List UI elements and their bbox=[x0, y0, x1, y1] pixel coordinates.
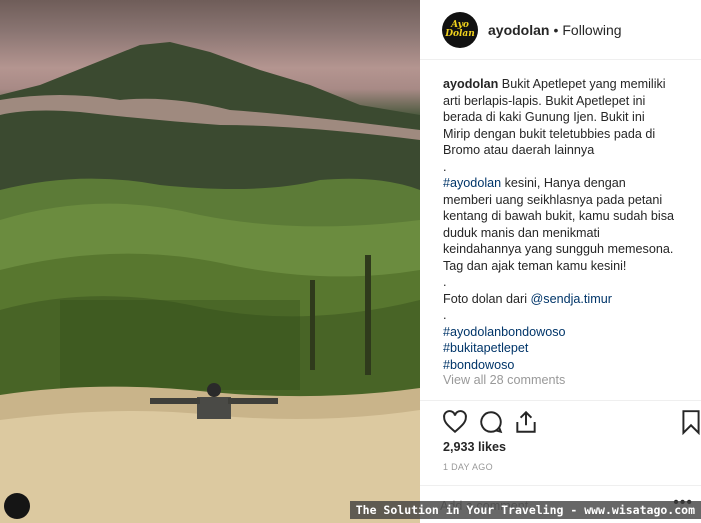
likes-count[interactable]: 2,933 likes bbox=[443, 440, 506, 454]
landscape-illustration bbox=[0, 42, 420, 523]
share-icon[interactable] bbox=[513, 409, 539, 435]
caption-line: keindahannya yang sungguh memesona. bbox=[443, 242, 674, 256]
caption-line: memberi uang seikhlasnya pada petani bbox=[443, 192, 663, 207]
hashtag-link[interactable]: #ayodolanbondowoso bbox=[443, 324, 695, 341]
caption-line: Bromo atau daerah lainnya bbox=[443, 143, 595, 157]
mention-link[interactable]: @sendja.timur bbox=[531, 292, 612, 306]
caption-line: . bbox=[443, 159, 447, 174]
comment-icon[interactable] bbox=[478, 409, 504, 435]
following-button[interactable]: Following bbox=[562, 22, 621, 38]
separator-dot: • bbox=[553, 21, 559, 38]
tag-user-icon[interactable] bbox=[4, 493, 30, 519]
avatar[interactable]: Ayo Dolan bbox=[442, 11, 478, 48]
caption-line: ayodolan Bukit Apetlepet yang memiliki bbox=[443, 77, 666, 91]
post-header: Ayo Dolan ayodolan • Following bbox=[420, 0, 701, 60]
caption-line: kentang di bawah bukit, kamu sudah bisa bbox=[443, 209, 675, 223]
hashtag-link[interactable]: #bukitapetlepet bbox=[443, 340, 695, 357]
watermark-text: The Solution in Your Traveling - www.wis… bbox=[349, 501, 701, 519]
caption-line: #ayodolan kesini, Hanya dengan bbox=[443, 176, 626, 190]
comment-preview bbox=[443, 392, 693, 400]
heart-icon[interactable] bbox=[442, 409, 468, 435]
view-all-comments-link[interactable]: View all 28 comments bbox=[443, 373, 565, 387]
caption-line: duduk manis dan menikmati bbox=[443, 225, 600, 240]
caption-line: Mirip dengan bukit teletubbies pada di bbox=[443, 126, 656, 141]
username-link[interactable]: ayodolan bbox=[488, 22, 549, 38]
post-timestamp[interactable]: 1 DAY AGO bbox=[443, 462, 493, 472]
action-bar bbox=[420, 400, 701, 440]
hashtag-link[interactable]: #ayodolan bbox=[443, 176, 501, 190]
caption-line: Foto dolan dari @sendja.timur bbox=[443, 291, 612, 306]
avatar-logo-text: Ayo Dolan bbox=[445, 19, 475, 39]
post-photo[interactable] bbox=[0, 0, 420, 523]
caption-line: . bbox=[443, 275, 447, 289]
bookmark-icon[interactable] bbox=[678, 409, 701, 435]
post-panel: Ayo Dolan ayodolan • Following ayodolan B… bbox=[420, 0, 701, 523]
caption: ayodolan Bukit Apetlepet yang memiliki a… bbox=[443, 76, 695, 373]
caption-line: berada di kaki Gunung Ijen. Bukit ini bbox=[443, 110, 645, 124]
caption-line: Tag dan ajak teman kamu kesini! bbox=[443, 258, 627, 273]
caption-username[interactable]: ayodolan bbox=[443, 77, 498, 91]
caption-line: . bbox=[443, 308, 447, 322]
caption-line: arti berlapis-lapis. Bukit Apetlepet ini bbox=[443, 93, 646, 108]
hashtag-link[interactable]: #bondowoso bbox=[443, 357, 695, 374]
